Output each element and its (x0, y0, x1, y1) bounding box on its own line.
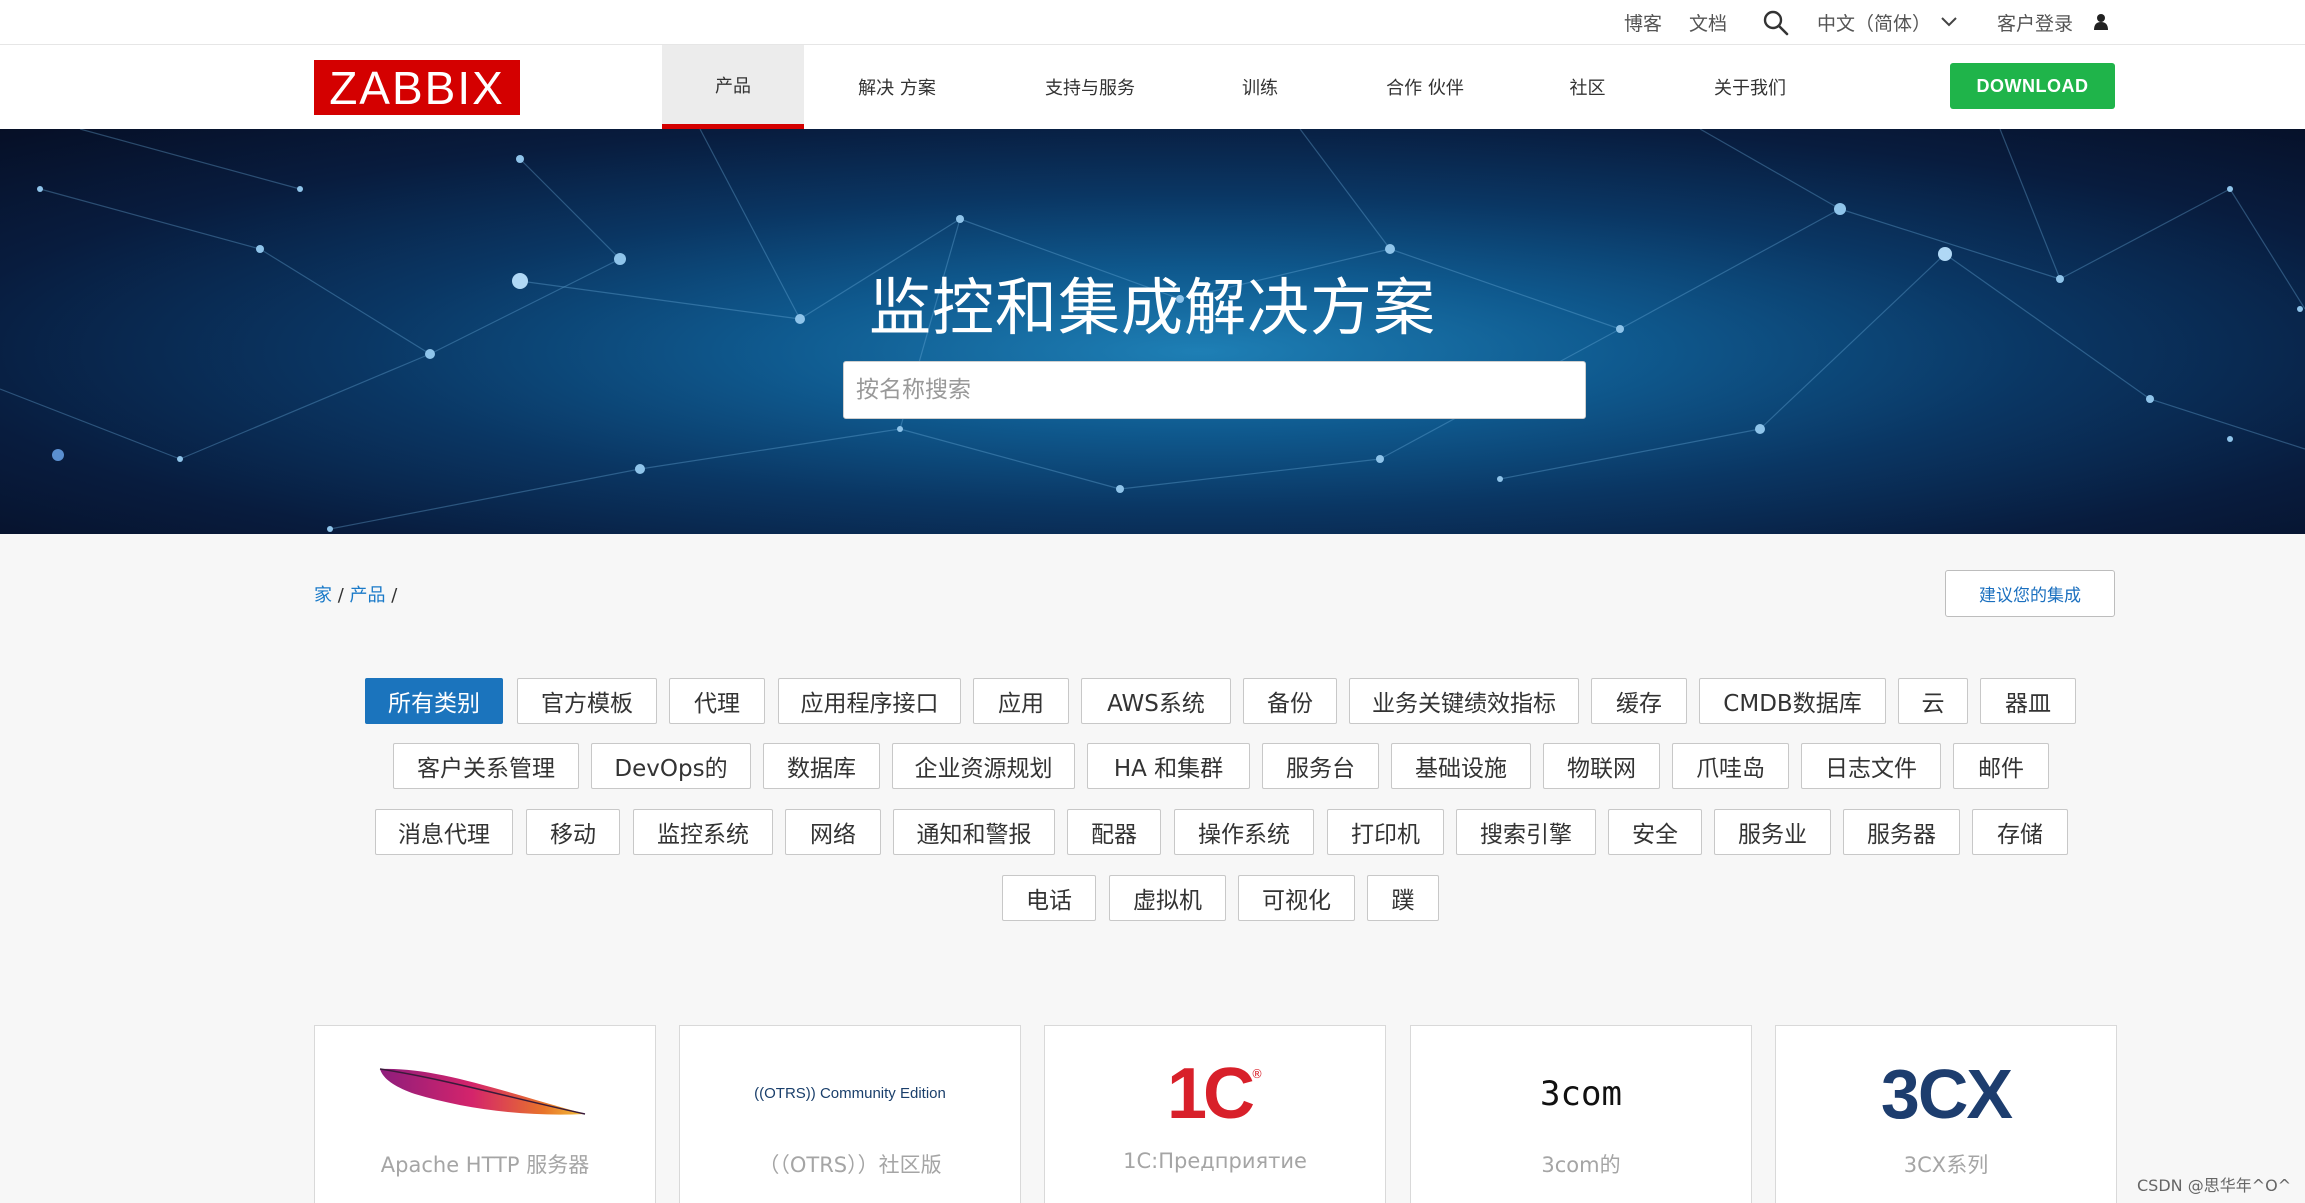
integration-caption: Apache HTTP 服务器 (380, 1153, 590, 1177)
integration-card-3com[interactable]: 3com 3com的 (1410, 1025, 1752, 1203)
tag-network[interactable]: 网络 (785, 809, 881, 855)
tag-infrastructure[interactable]: 基础设施 (1391, 743, 1531, 789)
customer-login-link[interactable]: 客户登录 (1997, 9, 2073, 36)
integration-caption: （（OTRS））社区版 (758, 1153, 942, 1177)
tag-java[interactable]: 爪哇岛 (1672, 743, 1789, 789)
tag-operating-systems[interactable]: 操作系统 (1174, 809, 1314, 855)
nav-item-solutions[interactable]: 解决 方案 (832, 45, 962, 129)
main-nav: ZABBIX 产品 解决 方案 支持与服务 训练 合作 伙伴 社区 关于我们 D… (0, 45, 2305, 129)
tag-iot[interactable]: 物联网 (1543, 743, 1660, 789)
nav-item-support[interactable]: 支持与服务 (1020, 45, 1160, 129)
tag-erp[interactable]: 企业资源规划 (892, 743, 1075, 789)
tag-ha-clusters[interactable]: HA 和集群 (1087, 743, 1250, 789)
tag-business-kpi[interactable]: 业务关键绩效指标 (1349, 678, 1579, 724)
chevron-down-icon[interactable] (1940, 14, 1958, 28)
tag-all-categories[interactable]: 所有类别 (365, 678, 503, 724)
hero-banner: 监控和集成解决方案 (0, 129, 2305, 534)
integration-card-1c[interactable]: 1С ® 1C:Предприятие (1044, 1025, 1386, 1203)
suggest-integration-button[interactable]: 建议您的集成 (1945, 570, 2115, 617)
integration-caption: 3CX系列 (1903, 1153, 1989, 1177)
breadcrumb-products[interactable]: 产品 (350, 585, 386, 606)
tag-message-broker[interactable]: 消息代理 (375, 809, 513, 855)
tag-visualization[interactable]: 可视化 (1238, 875, 1355, 921)
docs-link[interactable]: 文档 (1689, 9, 1727, 36)
language-selector[interactable]: 中文（简体） (1817, 9, 1931, 36)
tag-virtualization[interactable]: 虚拟机 (1109, 875, 1226, 921)
user-icon[interactable] (2094, 13, 2108, 30)
tag-applications[interactable]: 应用 (973, 678, 1069, 724)
tag-official-templates[interactable]: 官方模板 (517, 678, 657, 724)
tag-storage[interactable]: 存储 (1972, 809, 2068, 855)
tag-notifications-alerts[interactable]: 通知和警报 (893, 809, 1055, 855)
tag-agent[interactable]: 代理 (669, 678, 765, 724)
breadcrumb-home[interactable]: 家 (314, 585, 332, 606)
3com-logo: 3com (1540, 1073, 1622, 1114)
integration-card-3cx[interactable]: 3CX 3CX系列 (1775, 1025, 2117, 1203)
zabbix-logo[interactable]: ZABBIX (314, 60, 520, 115)
tag-security[interactable]: 安全 (1608, 809, 1702, 855)
nav-item-training[interactable]: 训练 (1210, 45, 1310, 129)
search-input[interactable] (843, 361, 1586, 419)
tag-telephony[interactable]: 电话 (1002, 875, 1096, 921)
tag-cloud[interactable]: 云 (1898, 678, 1968, 724)
tag-helpdesk[interactable]: 服务台 (1262, 743, 1379, 789)
tag-api[interactable]: 应用程序接口 (778, 678, 961, 724)
otrs-logo: ((OTRS)) Community Edition (754, 1085, 946, 1102)
download-button[interactable]: DOWNLOAD (1950, 63, 2115, 109)
nav-item-community[interactable]: 社区 (1545, 45, 1630, 129)
tag-cache[interactable]: 缓存 (1591, 678, 1687, 724)
tag-services[interactable]: 服务业 (1714, 809, 1831, 855)
integration-caption: 1C:Предприятие (1123, 1149, 1307, 1173)
tag-crm[interactable]: 客户关系管理 (393, 743, 579, 789)
tag-mobile[interactable]: 移动 (526, 809, 620, 855)
tag-log-files[interactable]: 日志文件 (1801, 743, 1941, 789)
tag-devops[interactable]: DevOps的 (591, 743, 751, 789)
1c-logo: 1С ® (1166, 1053, 1264, 1134)
integration-card-otrs[interactable]: ((OTRS)) Community Edition （（OTRS））社区版 (679, 1025, 1021, 1203)
tag-servers[interactable]: 服务器 (1843, 809, 1960, 855)
nav-item-about[interactable]: 关于我们 (1695, 45, 1805, 129)
nav-item-products[interactable]: 产品 (662, 45, 804, 129)
blog-link[interactable]: 博客 (1624, 9, 1662, 36)
tag-orchestrators[interactable]: 配器 (1067, 809, 1161, 855)
tag-mail[interactable]: 邮件 (1953, 743, 2049, 789)
tag-web[interactable]: 蹼 (1367, 875, 1439, 921)
integration-card-apache[interactable]: Apache HTTP 服务器 (314, 1025, 656, 1203)
3cx-logo: 3CX (1880, 1054, 2013, 1133)
tag-containers[interactable]: 器皿 (1980, 678, 2076, 724)
breadcrumb: 家 / 产品 / (314, 585, 398, 606)
top-utility-bar: 博客 文档 中文（简体） 客户登录 (0, 0, 2305, 45)
tag-search-engines[interactable]: 搜索引擎 (1456, 809, 1596, 855)
tag-databases[interactable]: 数据库 (763, 743, 880, 789)
tag-backup[interactable]: 备份 (1243, 678, 1337, 724)
nav-item-partners[interactable]: 合作 伙伴 (1365, 45, 1485, 129)
tag-printers[interactable]: 打印机 (1327, 809, 1444, 855)
integration-caption: 3com的 (1541, 1153, 1621, 1177)
tag-cmdb[interactable]: CMDB数据库 (1699, 678, 1886, 724)
tag-aws[interactable]: AWS系统 (1081, 678, 1231, 724)
apache-feather-icon (315, 1046, 655, 1141)
watermark: CSDN @思华年^O^ (2137, 1176, 2292, 1195)
tag-monitoring-systems[interactable]: 监控系统 (633, 809, 773, 855)
page-title: 监控和集成解决方案 (868, 271, 1436, 344)
search-icon[interactable] (1762, 9, 1790, 37)
